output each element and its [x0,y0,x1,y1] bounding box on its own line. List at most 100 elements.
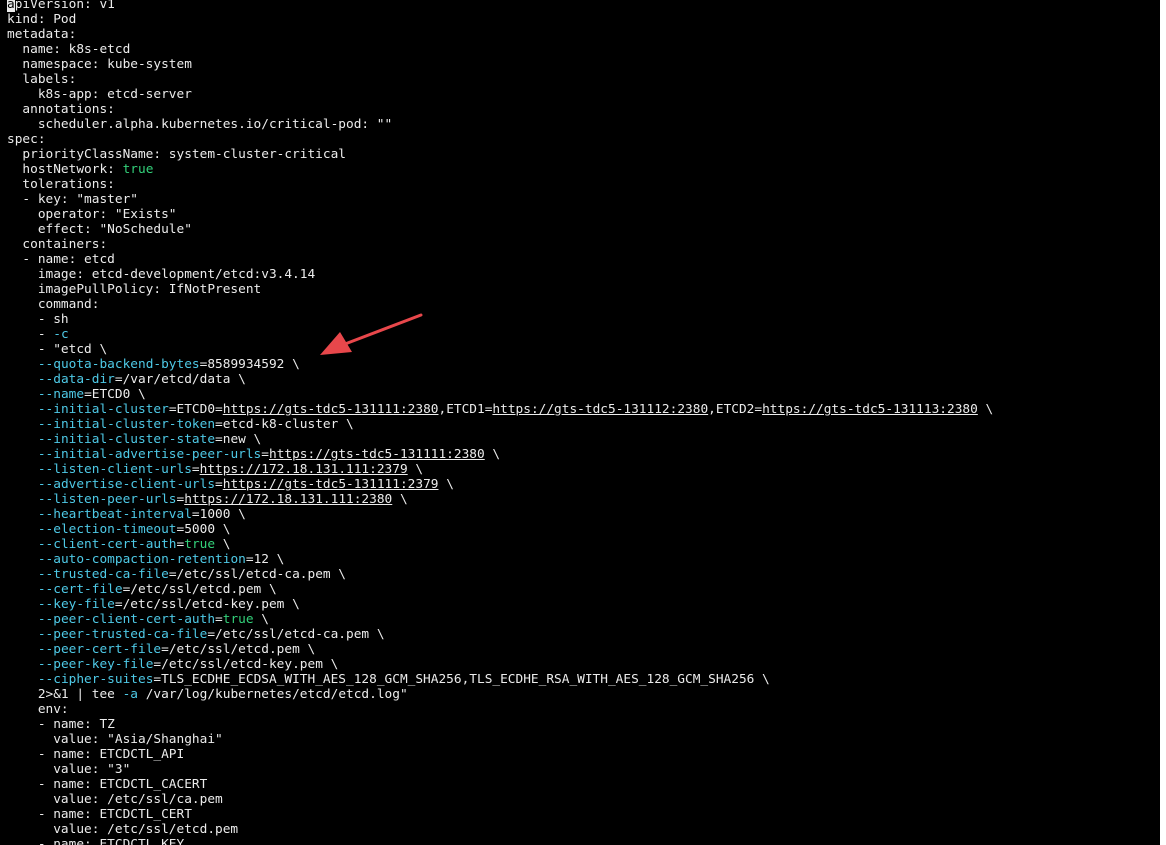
cli-option: --trusted-ca-file [37,567,169,582]
code-line: - name: ETCDCTL_CERT [7,807,993,822]
code-text: \ [407,462,424,477]
code-text: /var/log/kubernetes/etcd/etcd.log" [138,687,408,702]
code-text: \ [253,612,269,627]
url-link[interactable]: https://172.18.131.111:2380 [184,492,392,507]
code-line: --cipher-suites=TLS_ECDHE_ECDSA_WITH_AES… [7,672,993,687]
code-line: - "etcd \ [7,342,993,357]
code-text: namespace: kube-system [7,57,192,72]
code-line: - name: TZ [7,717,993,732]
terminal-window[interactable]: apiVersion: v1 kind: Pod metadata: name: k… [0,0,1166,845]
code-line: env: [7,702,993,717]
code-text: - [7,327,54,342]
cli-option: --cert-file [37,582,123,597]
code-text: image: etcd-development/etcd:v3.4.14 [7,267,316,282]
cli-option: --heartbeat-interval [37,507,192,522]
cli-option: --election-timeout [37,522,177,537]
cli-option: --name [37,387,85,402]
code-line: --quota-backend-bytes=8589934592 \ [7,357,993,372]
cli-option: --advertise-client-urls [37,477,216,492]
code-line: - -c [7,327,993,342]
code-text: =8589934592 \ [199,357,300,372]
cli-option: --peer-trusted-ca-file [37,627,208,642]
cli-option: --peer-client-cert-auth [37,612,216,627]
code-text: piVersion: v1 [14,0,115,12]
text-cursor: a [7,0,15,12]
cli-option: --initial-advertise-peer-urls [37,447,262,462]
terminal-text-area[interactable]: apiVersion: v1 kind: Pod metadata: name: k… [0,0,1160,845]
url-link[interactable]: https://gts-tdc5-131113:2380 [762,402,978,417]
code-line: image: etcd-development/etcd:v3.4.14 [7,267,993,282]
url-link[interactable]: https://gts-tdc5-131112:2380 [492,402,708,417]
code-text: tolerations: [7,177,115,192]
cli-option: --listen-client-urls [37,462,192,477]
url-link[interactable]: https://gts-tdc5-131111:2379 [223,477,439,492]
cli-option: --quota-backend-bytes [37,357,200,372]
url-link[interactable]: https://gts-tdc5-131111:2380 [223,402,439,417]
code-line: effect: "NoSchedule" [7,222,993,237]
code-line: containers: [7,237,993,252]
code-line: priorityClassName: system-cluster-critic… [7,147,993,162]
code-line: --initial-cluster=ETCD0=https://gts-tdc5… [7,402,993,417]
code-line: spec: [7,132,993,147]
code-line: operator: "Exists" [7,207,993,222]
code-text: =ETCD0 \ [84,387,146,402]
code-line: --peer-client-cert-auth=true \ [7,612,993,627]
cli-option: --key-file [37,597,115,612]
code-text: 2>&1 | tee [7,687,123,702]
code-text: - name: ETCDCTL_CERT [7,807,192,822]
code-line: - name: ETCDCTL_KEY [7,837,993,845]
code-line: - key: "master" [7,192,993,207]
code-line: --listen-client-urls=https://172.18.131.… [7,462,993,477]
code-text: value: /etc/ssl/ca.pem [7,792,223,807]
code-line: namespace: kube-system [7,57,993,72]
code-text: k8s-app: etcd-server [7,87,192,102]
code-line: --election-timeout=5000 \ [7,522,993,537]
url-link[interactable]: https://172.18.131.111:2379 [200,462,408,477]
code-line: --trusted-ca-file=/etc/ssl/etcd-ca.pem \ [7,567,993,582]
code-text: =/etc/ssl/etcd-ca.pem \ [207,627,385,642]
cli-option: --data-dir [37,372,115,387]
code-text: effect: "NoSchedule" [7,222,192,237]
code-text: - name: ETCDCTL_API [7,747,185,762]
code-text: scheduler.alpha.kubernetes.io/critical-p… [7,117,393,132]
code-line: apiVersion: v1 [7,0,993,12]
cli-option: --initial-cluster-state [37,432,216,447]
code-text: =TLS_ECDHE_ECDSA_WITH_AES_128_GCM_SHA256… [153,672,770,687]
code-text: metadata: [7,27,77,42]
code-text: annotations: [7,102,115,117]
code-line: 2>&1 | tee -a /var/log/kubernetes/etcd/e… [7,687,993,702]
code-line: name: k8s-etcd [7,42,993,57]
code-line: --cert-file=/etc/ssl/etcd.pem \ [7,582,993,597]
code-text: - name: ETCDCTL_KEY [7,837,185,845]
code-text: - "etcd \ [7,342,108,357]
cli-option: --client-cert-auth [37,537,177,552]
code-line: --heartbeat-interval=1000 \ [7,507,993,522]
code-text: value: "Asia/Shanghai" [7,732,223,747]
code-text: =/var/etcd/data \ [114,372,246,387]
code-text: env: [7,702,69,717]
code-text: - key: "master" [7,192,138,207]
code-line: --auto-compaction-retention=12 \ [7,552,993,567]
code-text: =5000 \ [176,522,231,537]
code-line: command: [7,297,993,312]
code-text: = [191,462,200,477]
code-line: metadata: [7,27,993,42]
code-text: ,ETCD1= [438,402,493,417]
cli-option: --initial-cluster-token [37,417,216,432]
code-text: kind: Pod [7,12,77,27]
code-text: =/etc/ssl/etcd-key.pem \ [153,657,339,672]
code-line: --client-cert-auth=true \ [7,537,993,552]
code-line: value: "Asia/Shanghai" [7,732,993,747]
url-link[interactable]: https://gts-tdc5-131111:2380 [269,447,485,462]
code-text: command: [7,297,100,312]
